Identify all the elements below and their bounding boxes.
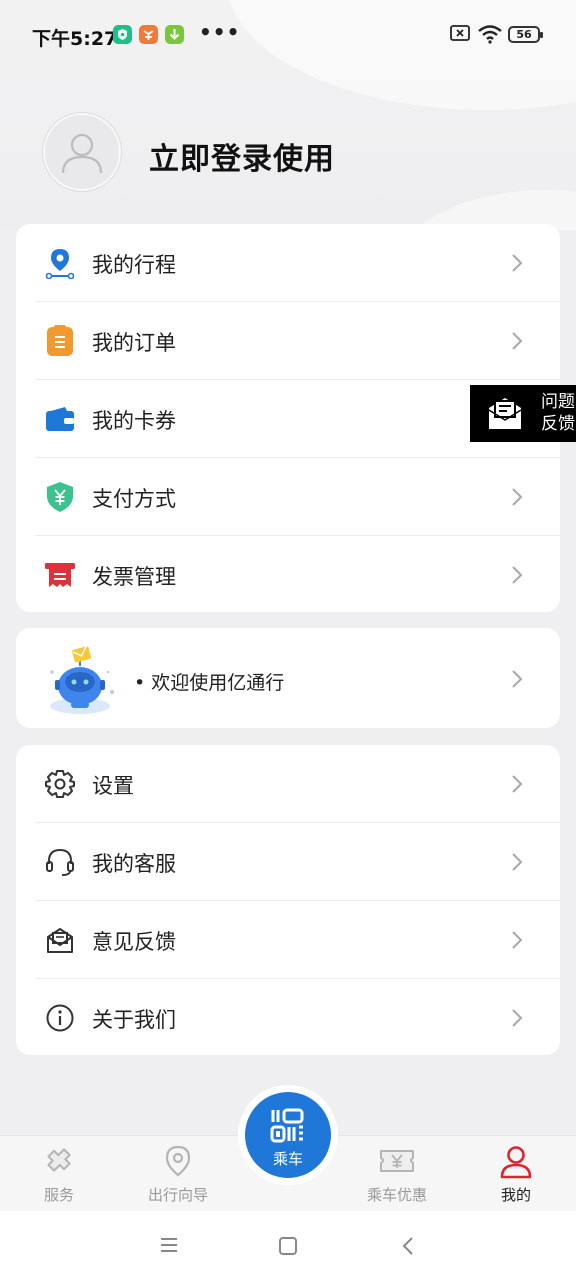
menu-item-label: 意见反馈 [92,930,176,954]
menu-card-secondary: 设置 我的客服 意见反馈 关于我们 [16,745,560,1055]
map-pin-icon [160,1145,196,1179]
tab-ride[interactable]: 乘车 [245,1092,331,1178]
menu-item-customer-service[interactable]: 我的客服 [16,823,560,901]
menu-item-label: 我的订单 [92,331,176,355]
menu-icon[interactable] [158,1236,180,1254]
chevron-right-icon [512,853,523,871]
status-time: 下午5:27 [32,28,118,50]
menu-item-payment-methods[interactable]: 支付方式 [16,458,560,536]
feedback-envelope-icon [486,394,524,436]
invoice-icon [44,559,76,591]
services-icon [41,1145,77,1179]
gear-icon [44,768,76,800]
user-icon [498,1145,534,1179]
chevron-right-icon [512,775,523,793]
back-icon[interactable] [400,1235,416,1257]
chevron-right-icon [512,931,523,949]
ride-button-label: 乘车 [272,1150,303,1168]
chevron-right-icon [512,1009,523,1027]
robot-mascot-icon [46,642,136,718]
more-notifications-icon: ••• [199,20,241,44]
app-notification-icon [113,25,132,44]
menu-item-settings[interactable]: 设置 [16,745,560,823]
tab-ride-discounts[interactable]: 乘车优惠 [347,1136,447,1212]
order-clipboard-icon [44,325,76,357]
headset-icon [44,846,76,878]
menu-item-about-us[interactable]: 关于我们 [16,979,560,1057]
tab-label: 服务 [43,1186,74,1204]
menu-item-my-orders[interactable]: 我的订单 [16,302,560,380]
download-notification-icon [165,25,184,44]
status-bar: 下午5:27 ••• 56 [0,0,576,70]
floating-feedback-button[interactable]: 问题反馈 [470,385,576,442]
battery-indicator: 56 [508,26,543,43]
menu-item-my-trips[interactable]: 我的行程 [16,224,560,302]
welcome-card[interactable]: • 欢迎使用亿通行 [16,628,560,728]
user-placeholder-icon [61,133,103,174]
ticket-yuan-icon [379,1145,415,1179]
login-prompt[interactable]: 立即登录使用 [149,134,335,178]
tab-label: 我的 [500,1186,531,1204]
floating-feedback-label: 问题反馈 [541,392,575,434]
app-notification-icon [139,25,158,44]
home-icon[interactable] [278,1236,298,1256]
tab-label: 乘车优惠 [366,1186,427,1204]
info-icon [44,1002,76,1034]
menu-item-label: 关于我们 [92,1008,176,1032]
tab-mine[interactable]: 我的 [466,1136,566,1212]
system-navigation-bar [0,1211,576,1280]
menu-item-label: 我的客服 [92,852,176,876]
chevron-right-icon [512,254,523,272]
menu-item-label: 我的卡券 [92,409,176,433]
avatar[interactable] [43,113,121,191]
wallet-icon [44,403,76,435]
menu-item-feedback[interactable]: 意见反馈 [16,901,560,979]
location-route-icon [44,247,76,279]
welcome-text: • 欢迎使用亿通行 [134,672,285,694]
yuan-shield-icon [44,481,76,513]
menu-item-invoice-management[interactable]: 发票管理 [16,536,560,614]
menu-item-label: 支付方式 [92,487,176,511]
chevron-right-icon [512,670,523,688]
chevron-right-icon [512,488,523,506]
menu-item-label: 设置 [92,774,134,798]
qr-code-icon [270,1108,306,1148]
feedback-mail-icon [44,924,76,956]
wifi-icon [477,24,503,48]
tab-services[interactable]: 服务 [9,1136,109,1212]
chevron-right-icon [512,566,523,584]
sim-off-icon [450,24,470,46]
tab-label: 出行向导 [147,1186,208,1204]
menu-item-label: 我的行程 [92,253,176,277]
chevron-right-icon [512,332,523,350]
menu-item-label: 发票管理 [92,565,176,589]
tab-travel-guide[interactable]: 出行向导 [128,1136,228,1212]
